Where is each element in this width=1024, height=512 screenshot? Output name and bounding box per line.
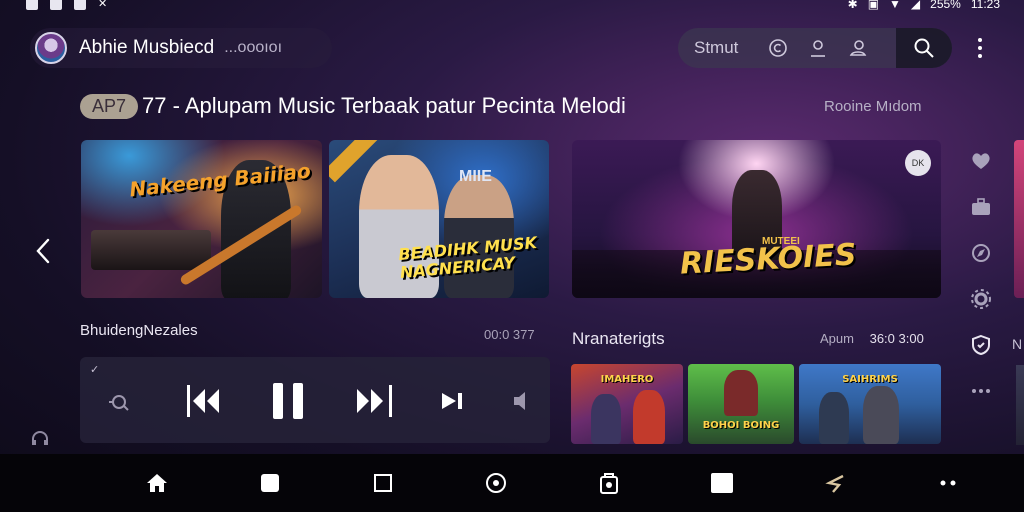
thumb-title: SAIHRIMS <box>842 374 898 385</box>
library-icon[interactable] <box>258 471 282 495</box>
volume-icon <box>514 392 525 410</box>
skip-forward-icon <box>357 385 392 417</box>
headphones-icon[interactable] <box>30 430 50 451</box>
heart-icon[interactable] <box>966 146 996 176</box>
profile-alt-icon[interactable] <box>838 28 878 68</box>
featured-banner-artists[interactable]: MIIE BEADIHK MUSK NAGNERICAY <box>329 140 549 298</box>
disc-icon[interactable] <box>484 471 508 495</box>
player-note-icon: ✓ <box>90 364 100 376</box>
now-playing-time: 00:0 377 <box>484 327 535 342</box>
dots-horizontal-icon[interactable] <box>966 376 996 406</box>
skip-end-icon <box>442 393 462 409</box>
trending-thumb[interactable]: IMAHERO <box>571 364 683 444</box>
search-bar[interactable]: Stmut <box>678 28 952 68</box>
settings-gear-icon[interactable] <box>966 284 996 314</box>
thumb-title: BOHOI BOING <box>702 420 780 431</box>
skip-end-button[interactable] <box>438 387 468 415</box>
copyright-icon[interactable] <box>758 28 798 68</box>
status-bar: ✕ ✱ ▣ ▼ ◢ 255% 11:23 <box>0 0 1024 14</box>
shuffle-icon[interactable] <box>104 387 134 417</box>
vibrate-icon: ▣ <box>867 0 880 11</box>
bottom-navigation <box>0 454 1024 512</box>
search-input[interactable]: Stmut <box>694 38 758 58</box>
player-controls: ✓ <box>80 357 550 443</box>
pause-icon <box>273 383 303 419</box>
banner-keyboard <box>91 230 211 270</box>
page-title: AP7 77 - Aplupam Music Terbaak patur Pec… <box>80 93 626 119</box>
next-track-button[interactable] <box>352 381 398 421</box>
more-dots-icon[interactable] <box>936 471 960 495</box>
trending-section-title: Nranaterigts <box>572 329 665 348</box>
bluetooth-icon: ✱ <box>847 0 858 11</box>
thumb-figure <box>633 390 665 444</box>
more-vertical-icon[interactable] <box>966 34 994 62</box>
app-subtitle: ...oooıoı <box>224 39 283 56</box>
notification-x-icon: ✕ <box>98 0 108 10</box>
notification-upload-icon <box>74 0 86 10</box>
trending-thumb[interactable]: SAIHRIMS <box>799 364 941 444</box>
home-icon[interactable] <box>145 471 169 495</box>
featured-banner-guitarist[interactable]: Nakeeng Baiiiao <box>81 140 322 298</box>
thumb-figure <box>724 370 758 416</box>
title-badge: AP7 <box>80 93 139 119</box>
notification-mail-icon <box>50 0 62 10</box>
see-more-link[interactable]: Rooine Mıdom <box>824 98 922 115</box>
trending-meta: Apum 36:0 3:00 <box>820 331 924 346</box>
banner-badge[interactable]: DK <box>905 150 931 176</box>
next-thumb-peek[interactable] <box>1016 365 1024 445</box>
status-time: 11:23 <box>970 0 1000 11</box>
briefcase-icon[interactable] <box>966 192 996 222</box>
trending-meta-time: 36:0 3:00 <box>869 331 924 346</box>
now-playing-title: BhuidengNezales <box>80 322 198 339</box>
explore-icon[interactable] <box>966 238 996 268</box>
back-gesture-icon[interactable] <box>823 471 847 495</box>
signal-icon: ◢ <box>910 0 921 11</box>
volume-button[interactable] <box>508 387 538 415</box>
page-title-text: 77 - Aplupam Music Terbaak patur Pecinta… <box>142 93 626 118</box>
shield-icon[interactable] <box>966 330 996 360</box>
notification-square-icon <box>26 0 38 10</box>
wifi-icon: ▼ <box>889 0 901 11</box>
thumb-figure <box>863 386 899 444</box>
user-icon[interactable] <box>798 28 838 68</box>
thumb-title: IMAHERO <box>600 374 654 385</box>
square-icon[interactable] <box>371 471 395 495</box>
trending-meta-label: Apum <box>820 331 854 346</box>
pause-button[interactable] <box>268 379 308 423</box>
search-icon <box>914 38 934 58</box>
trending-thumb[interactable]: BOHOI BOING <box>688 364 794 444</box>
previous-track-button[interactable] <box>184 381 224 421</box>
next-section-label: N <box>1012 336 1023 352</box>
app-identity[interactable]: Abhie Musbiecd ...oooıoı <box>30 28 332 68</box>
side-toolbar <box>966 146 996 422</box>
featured-banner-concert[interactable]: MUTEEI RIESKOIES DK <box>572 140 941 298</box>
chevron-left-icon[interactable] <box>30 234 58 268</box>
playlist-icon[interactable] <box>710 471 734 495</box>
thumb-figure <box>819 392 849 444</box>
avatar[interactable] <box>35 32 67 64</box>
battery-level: 255% <box>930 0 961 11</box>
app-name: Abhie Musbiecd <box>79 37 215 58</box>
store-icon[interactable] <box>597 471 621 495</box>
skip-back-icon <box>187 385 219 417</box>
next-banner-peek[interactable] <box>1014 140 1024 298</box>
thumb-figure <box>591 394 621 444</box>
search-button[interactable] <box>896 28 952 68</box>
banner-overlay-text: MIIE <box>459 168 492 185</box>
